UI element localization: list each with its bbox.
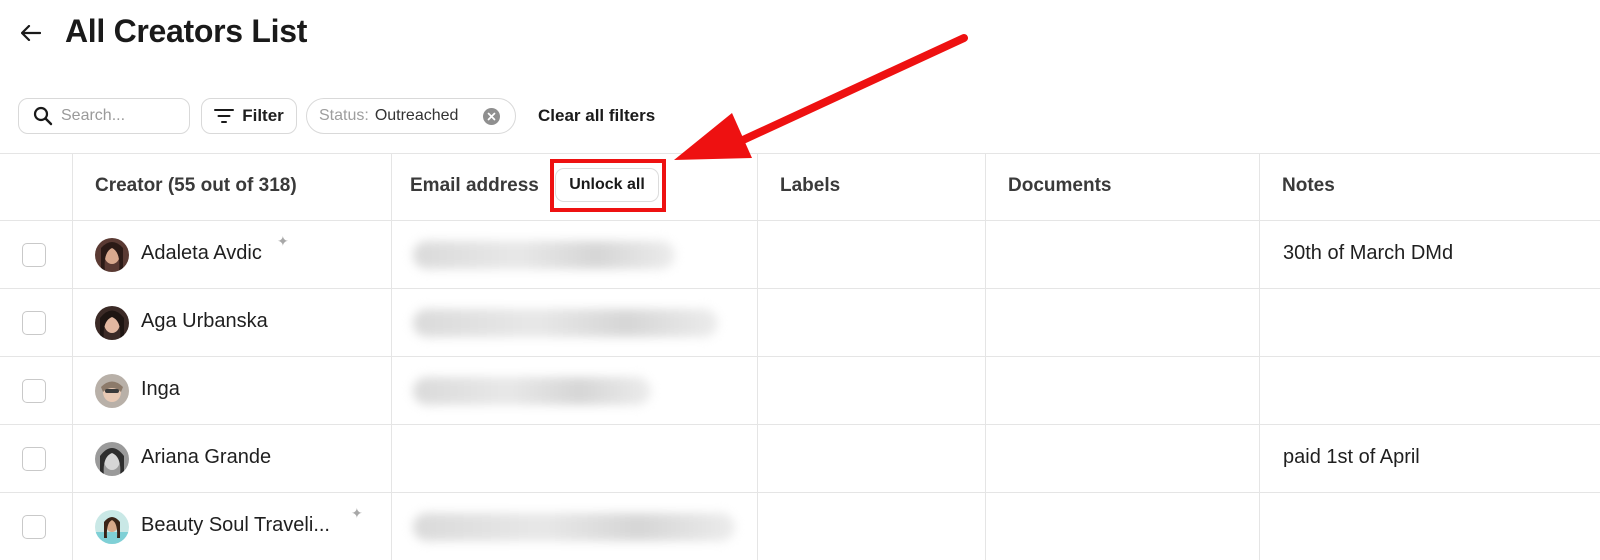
annotation-arrow-icon <box>674 34 968 160</box>
